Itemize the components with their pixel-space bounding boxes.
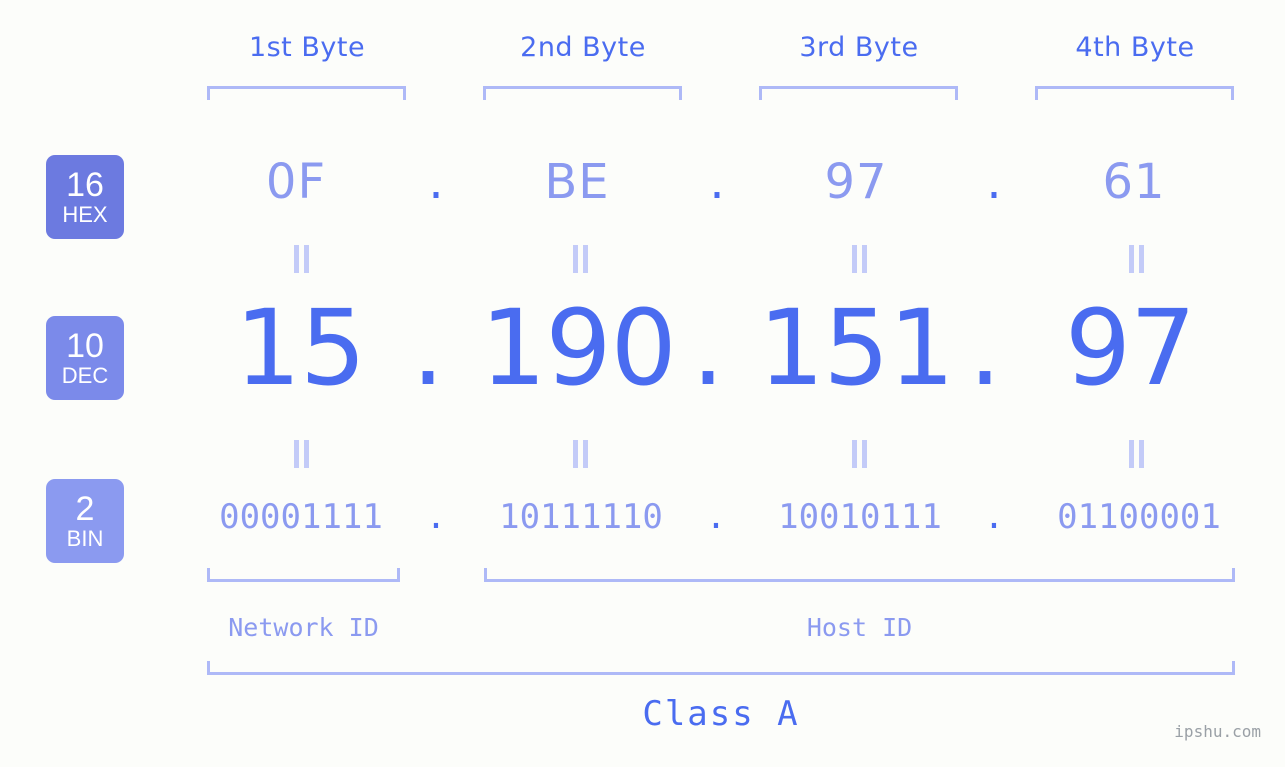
radix-badge-dec: 10 DEC	[46, 316, 124, 400]
hex-separator-3: .	[986, 154, 1002, 210]
radix-badge-dec-abbr: DEC	[61, 363, 109, 388]
bin-separator-1: .	[425, 497, 447, 537]
hex-octet-3: 97	[824, 154, 888, 210]
bin-separator-2: .	[705, 497, 727, 537]
equals-mark-hex-dec-4	[1126, 245, 1148, 273]
dec-octet-4: 97	[1064, 287, 1196, 409]
byte-header-label-2: 2nd Byte	[520, 32, 646, 63]
equals-mark-dec-bin-3	[849, 440, 871, 468]
site-watermark: ipshu.com	[1174, 722, 1261, 741]
equals-mark-hex-dec-3	[849, 245, 871, 273]
radix-badge-bin-number: 2	[75, 490, 95, 528]
byte-header-label-4: 4th Byte	[1075, 32, 1195, 63]
hex-separator-1: .	[428, 154, 444, 210]
radix-badge-hex-abbr: HEX	[62, 202, 108, 227]
radix-badge-bin-abbr: BIN	[66, 526, 104, 551]
dec-separator-3: .	[968, 287, 1002, 409]
dec-octet-3: 151	[758, 287, 955, 409]
hex-octet-4: 61	[1102, 154, 1166, 210]
radix-badge-bin: 2 BIN	[46, 479, 124, 563]
byte-header-label-3: 3rd Byte	[799, 32, 919, 63]
byte-bracket-1	[207, 86, 406, 100]
hex-octet-2: BE	[544, 154, 610, 210]
bin-octet-3: 10010111	[778, 497, 942, 537]
dec-octet-2: 190	[480, 287, 677, 409]
class-bracket	[207, 661, 1235, 675]
bin-octet-1: 00001111	[219, 497, 383, 537]
radix-badge-dec-number: 10	[66, 327, 104, 365]
hex-octet-1: 0F	[265, 154, 327, 210]
dec-separator-2: .	[691, 287, 725, 409]
byte-bracket-3	[759, 86, 958, 100]
bin-octet-4: 01100001	[1057, 497, 1221, 537]
hex-separator-2: .	[709, 154, 725, 210]
equals-mark-hex-dec-2	[570, 245, 592, 273]
host-id-bracket	[484, 568, 1235, 582]
dec-separator-1: .	[411, 287, 445, 409]
bin-separator-3: .	[983, 497, 1005, 537]
radix-badge-hex-number: 16	[66, 166, 104, 204]
equals-mark-dec-bin-1	[291, 440, 313, 468]
ip-class-label: Class A	[642, 694, 800, 734]
byte-bracket-2	[483, 86, 682, 100]
ip-address-breakdown-diagram: 1st Byte 2nd Byte 3rd Byte 4th Byte 16 H…	[0, 0, 1285, 767]
dec-octet-1: 15	[234, 287, 366, 409]
equals-mark-dec-bin-2	[570, 440, 592, 468]
network-id-bracket	[207, 568, 400, 582]
equals-mark-dec-bin-4	[1126, 440, 1148, 468]
byte-header-label-1: 1st Byte	[248, 32, 366, 63]
equals-mark-hex-dec-1	[291, 245, 313, 273]
bin-octet-2: 10111110	[499, 497, 663, 537]
network-id-label: Network ID	[228, 613, 379, 642]
byte-bracket-4	[1035, 86, 1234, 100]
host-id-label: Host ID	[806, 613, 913, 642]
radix-badge-hex: 16 HEX	[46, 155, 124, 239]
